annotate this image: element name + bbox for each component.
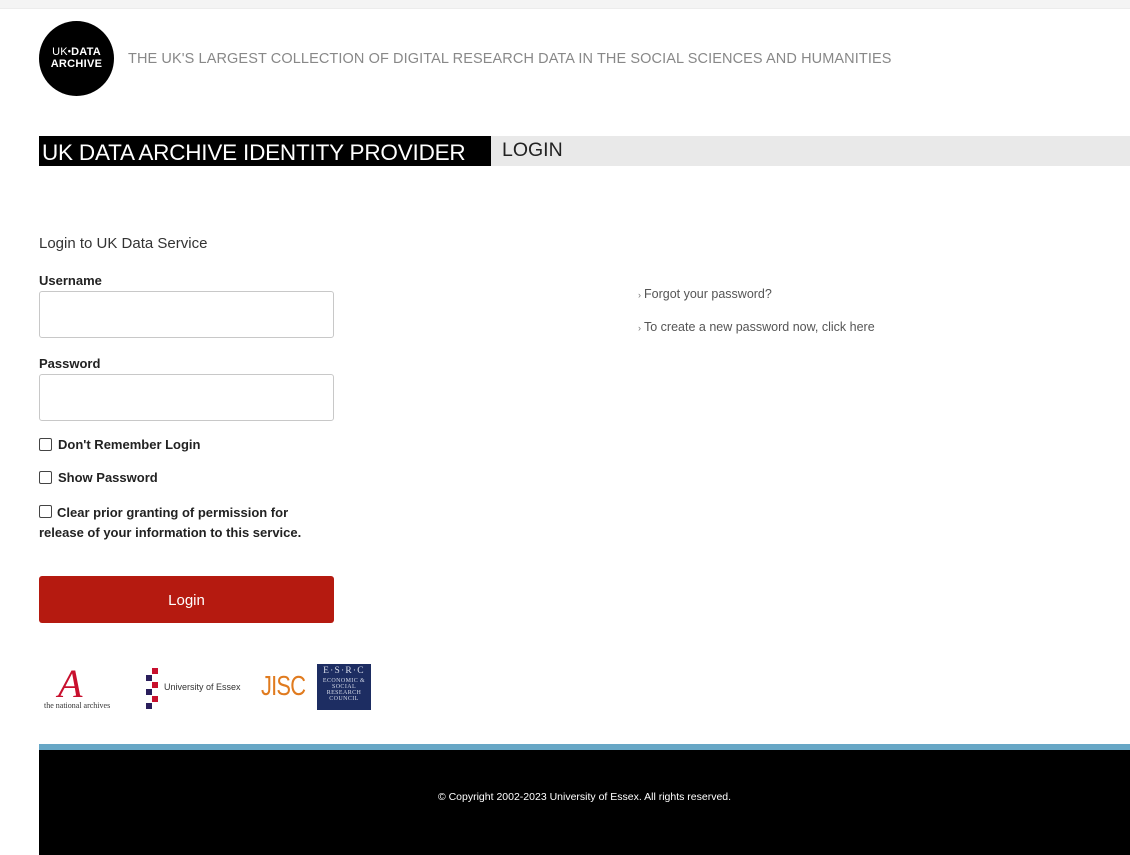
title-bar: UK DATA ARCHIVE IDENTITY PROVIDER LOGIN xyxy=(39,136,1130,166)
dont-remember-login-option: Don't Remember Login xyxy=(39,437,201,452)
national-archives-logo: A the national archives xyxy=(44,661,111,710)
show-password-checkbox[interactable] xyxy=(39,471,52,484)
login-button[interactable]: Login xyxy=(39,576,334,623)
password-label: Password xyxy=(39,356,101,371)
password-input[interactable] xyxy=(39,374,334,421)
esrc-logo: E·S·R·C ECONOMIC & SOCIAL RESEARCH COUNC… xyxy=(317,664,371,710)
dont-remember-login-checkbox[interactable] xyxy=(39,438,52,451)
partner-logos: A the national archives University of Es… xyxy=(39,661,379,712)
login-intro: Login to UK Data Service xyxy=(39,235,208,252)
uk-data-archive-logo[interactable]: UK•DATA ARCHIVE xyxy=(39,21,114,96)
chevron-right-icon: › xyxy=(638,323,641,333)
forgot-password-link[interactable]: › Forgot your password? xyxy=(638,287,772,301)
clear-permission-label: Clear prior granting of permission for r… xyxy=(39,505,302,540)
show-password-option: Show Password xyxy=(39,470,158,485)
copyright-text: © Copyright 2002-2023 University of Esse… xyxy=(437,791,732,803)
chevron-right-icon: › xyxy=(638,290,641,300)
clear-permission-checkbox[interactable] xyxy=(39,505,52,518)
national-archives-mark: A xyxy=(58,661,83,706)
create-password-link[interactable]: › To create a new password now, click her… xyxy=(638,320,875,334)
dont-remember-login-label: Don't Remember Login xyxy=(58,437,201,452)
username-label: Username xyxy=(39,273,102,288)
footer: © Copyright 2002-2023 University of Esse… xyxy=(39,750,1130,855)
university-of-essex-logo: University of Essex xyxy=(144,666,254,709)
logo-line-2: ARCHIVE xyxy=(50,57,103,70)
top-edge xyxy=(0,0,1130,9)
clear-permission-option: Clear prior granting of permission for r… xyxy=(39,503,304,543)
header-tagline: THE UK'S LARGEST COLLECTION OF DIGITAL R… xyxy=(128,51,892,67)
jisc-logo: JISC xyxy=(261,670,306,701)
logo-line-1: UK•DATA xyxy=(52,45,101,58)
username-input[interactable] xyxy=(39,291,334,338)
page-title: UK DATA ARCHIVE IDENTITY PROVIDER xyxy=(39,136,491,166)
show-password-label: Show Password xyxy=(58,470,158,485)
page-subtitle: LOGIN xyxy=(502,139,563,161)
